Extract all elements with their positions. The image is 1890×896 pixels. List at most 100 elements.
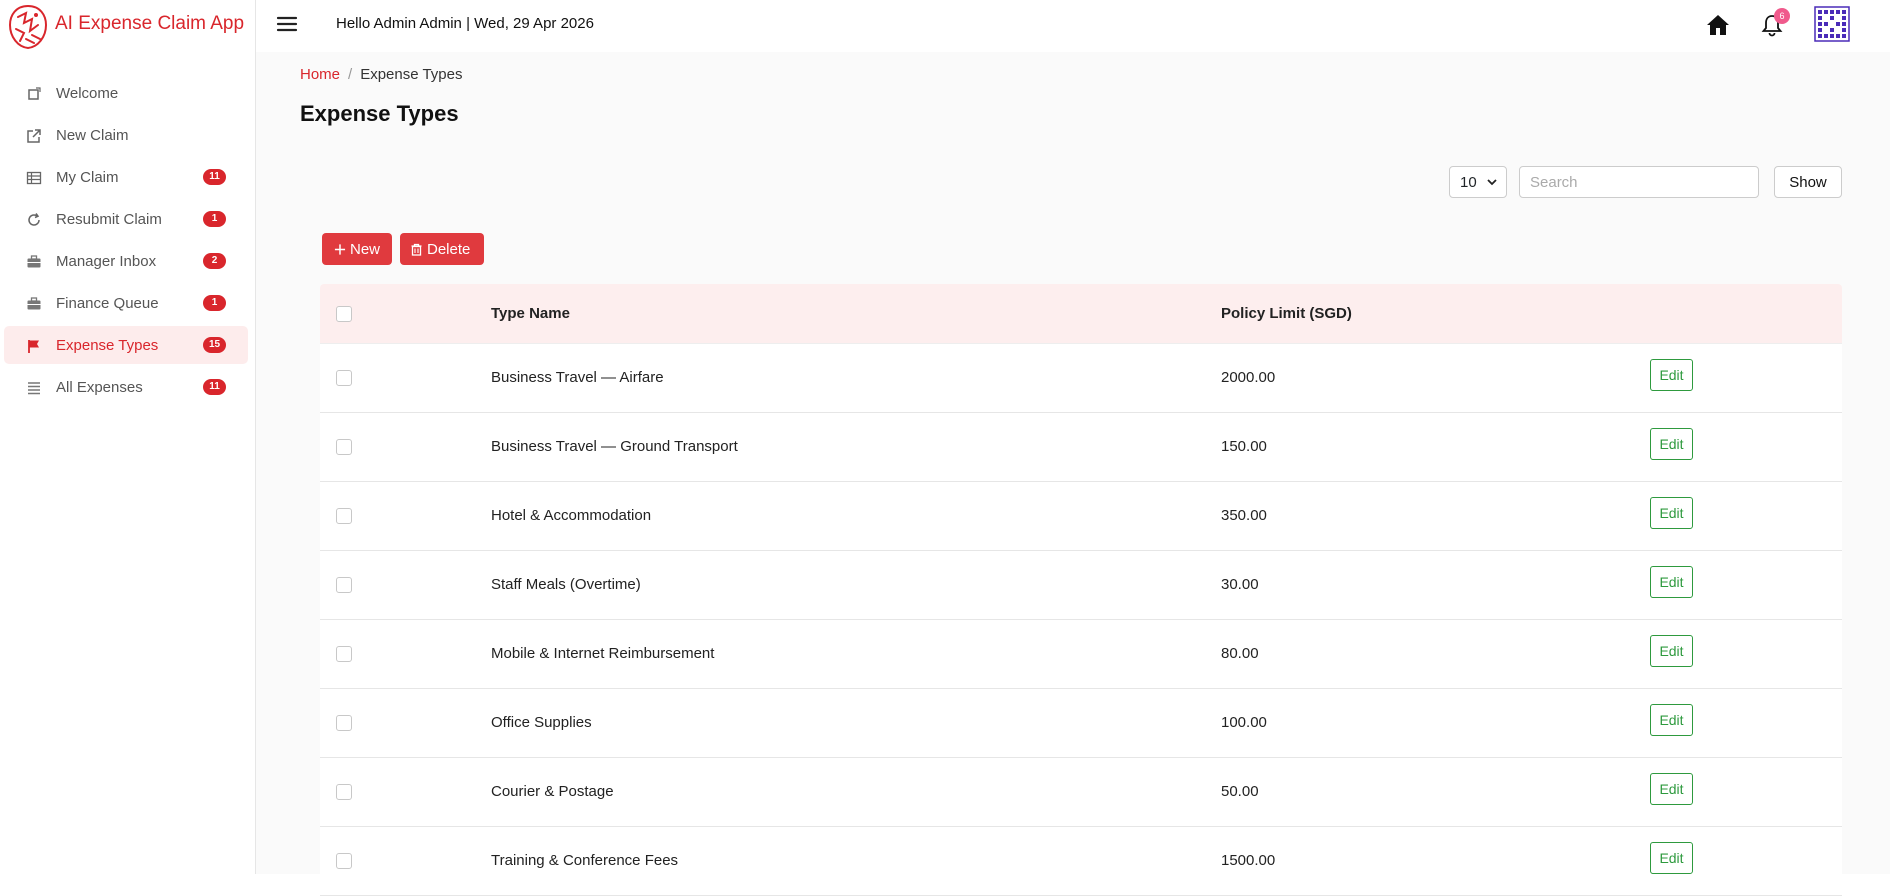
- breadcrumb-current: Expense Types: [360, 66, 463, 83]
- count-badge: 1: [203, 211, 226, 227]
- row-checkbox[interactable]: [336, 508, 352, 524]
- new-button-label: New: [349, 240, 380, 258]
- count-badge: 1: [203, 295, 226, 311]
- qr-code-icon[interactable]: [1814, 6, 1850, 42]
- type-name-cell: Hotel & Accommodation: [491, 507, 652, 524]
- main-content: Home / Expense Types Expense Types 10 Show…: [256, 52, 1890, 896]
- hamburger-menu-icon[interactable]: [276, 14, 298, 34]
- sidebar-item-resubmit-claim[interactable]: Resubmit Claim 1: [4, 200, 248, 238]
- policy-limit-cell: 50.00: [1221, 783, 1259, 800]
- sidebar-item-label: Expense Types: [56, 337, 159, 354]
- page-size-value: 10: [1460, 173, 1477, 191]
- edit-button[interactable]: Edit: [1650, 704, 1693, 736]
- sidebar-item-label: Resubmit Claim: [56, 211, 162, 228]
- table-row: Hotel & Accommodation 350.00 Edit: [320, 482, 1842, 551]
- type-name-cell: Mobile & Internet Reimbursement: [491, 645, 715, 662]
- expense-types-table: Type Name Policy Limit (SGD) Business Tr…: [320, 284, 1842, 896]
- sidebar-item-all-expenses[interactable]: All Expenses 11: [4, 368, 248, 406]
- policy-limit-cell: 100.00: [1221, 714, 1267, 731]
- edit-button[interactable]: Edit: [1650, 773, 1693, 805]
- row-checkbox[interactable]: [336, 577, 352, 593]
- select-all-checkbox[interactable]: [336, 306, 352, 322]
- app-title[interactable]: AI Expense Claim App: [55, 13, 244, 35]
- row-checkbox[interactable]: [336, 784, 352, 800]
- top-bar: Hello Admin Admin | Wed, 29 Apr 2026 6: [256, 0, 1890, 52]
- breadcrumb-home-link[interactable]: Home: [300, 66, 340, 83]
- home-icon[interactable]: [1705, 12, 1731, 38]
- notification-badge: 6: [1774, 8, 1790, 24]
- policy-limit-cell: 150.00: [1221, 438, 1267, 455]
- row-checkbox[interactable]: [336, 370, 352, 386]
- column-header-policy-limit[interactable]: Policy Limit (SGD): [1221, 305, 1352, 322]
- table-row: Office Supplies 100.00 Edit: [320, 689, 1842, 758]
- sidebar-item-welcome[interactable]: Welcome: [4, 74, 248, 112]
- page-size-select[interactable]: 10: [1449, 166, 1507, 198]
- column-header-type-name[interactable]: Type Name: [491, 305, 570, 322]
- sidebar-item-my-claim[interactable]: My Claim 11: [4, 158, 248, 196]
- table-header-row: Type Name Policy Limit (SGD): [320, 284, 1842, 344]
- type-name-cell: Business Travel — Ground Transport: [491, 438, 738, 455]
- edit-button[interactable]: Edit: [1650, 566, 1693, 598]
- table-row: Business Travel — Airfare 2000.00 Edit: [320, 344, 1842, 413]
- chevron-down-icon: [1487, 179, 1497, 186]
- table-row: Courier & Postage 50.00 Edit: [320, 758, 1842, 827]
- sidebar-item-label: Manager Inbox: [56, 253, 157, 270]
- sidebar-item-label: My Claim: [56, 169, 119, 186]
- sidebar-item-label: All Expenses: [56, 379, 143, 396]
- count-badge: 11: [203, 379, 226, 395]
- brand[interactable]: [6, 2, 50, 52]
- count-badge: 2: [203, 253, 226, 269]
- sidebar-nav: Welcome New Claim My Claim 11 Resubmit C…: [4, 74, 248, 410]
- square-icon: [28, 87, 41, 100]
- count-badge: 11: [203, 169, 226, 185]
- edit-button[interactable]: Edit: [1650, 359, 1693, 391]
- table-row: Business Travel — Ground Transport 150.0…: [320, 413, 1842, 482]
- table-row: Staff Meals (Overtime) 30.00 Edit: [320, 551, 1842, 620]
- row-checkbox[interactable]: [336, 715, 352, 731]
- trash-icon: [411, 243, 422, 256]
- row-checkbox[interactable]: [336, 853, 352, 869]
- policy-limit-cell: 2000.00: [1221, 369, 1276, 386]
- delete-button[interactable]: Delete: [400, 233, 484, 265]
- sidebar-item-label: Finance Queue: [56, 295, 159, 312]
- type-name-cell: Courier & Postage: [491, 783, 614, 800]
- new-button[interactable]: New: [322, 233, 392, 265]
- type-name-cell: Office Supplies: [491, 714, 592, 731]
- breadcrumb-separator: /: [348, 66, 353, 83]
- search-input[interactable]: [1519, 166, 1759, 198]
- sidebar-item-manager-inbox[interactable]: Manager Inbox 2: [4, 242, 248, 280]
- breadcrumb: Home / Expense Types: [300, 66, 462, 83]
- type-name-cell: Business Travel — Airfare: [491, 369, 664, 386]
- briefcase-icon: [27, 255, 41, 268]
- type-name-cell: Training & Conference Fees: [491, 852, 679, 869]
- policy-limit-cell: 30.00: [1221, 576, 1259, 593]
- list-icon: [28, 382, 40, 395]
- policy-limit-cell: 80.00: [1221, 645, 1259, 662]
- policy-limit-cell: 350.00: [1221, 507, 1267, 524]
- sidebar-item-label: Welcome: [56, 85, 119, 102]
- briefcase-icon: [27, 297, 41, 310]
- plus-icon: [334, 243, 346, 255]
- sidebar-item-finance-queue[interactable]: Finance Queue 1: [4, 284, 248, 322]
- sidebar-item-expense-types[interactable]: Expense Types 15: [4, 326, 248, 364]
- row-checkbox[interactable]: [336, 439, 352, 455]
- page-title: Expense Types: [300, 101, 459, 126]
- edit-button[interactable]: Edit: [1650, 428, 1693, 460]
- edit-button[interactable]: Edit: [1650, 635, 1693, 667]
- delete-button-label: Delete: [427, 240, 471, 258]
- sidebar: AI Expense Claim App Welcome New Claim M…: [0, 0, 256, 874]
- row-checkbox[interactable]: [336, 646, 352, 662]
- flag-icon: [28, 340, 39, 353]
- policy-limit-cell: 1500.00: [1221, 852, 1276, 869]
- external-link-icon: [27, 129, 41, 143]
- sidebar-item-new-claim[interactable]: New Claim: [4, 116, 248, 154]
- sidebar-item-label: New Claim: [56, 127, 129, 144]
- edit-button[interactable]: Edit: [1650, 842, 1693, 874]
- table-row: Mobile & Internet Reimbursement 80.00 Ed…: [320, 620, 1842, 689]
- type-name-cell: Staff Meals (Overtime): [491, 576, 641, 593]
- edit-button[interactable]: Edit: [1650, 497, 1693, 529]
- show-button[interactable]: Show: [1774, 166, 1842, 198]
- greeting-text: Hello Admin Admin | Wed, 29 Apr 2026: [336, 15, 594, 32]
- count-badge: 15: [203, 337, 226, 353]
- refresh-icon: [28, 213, 40, 226]
